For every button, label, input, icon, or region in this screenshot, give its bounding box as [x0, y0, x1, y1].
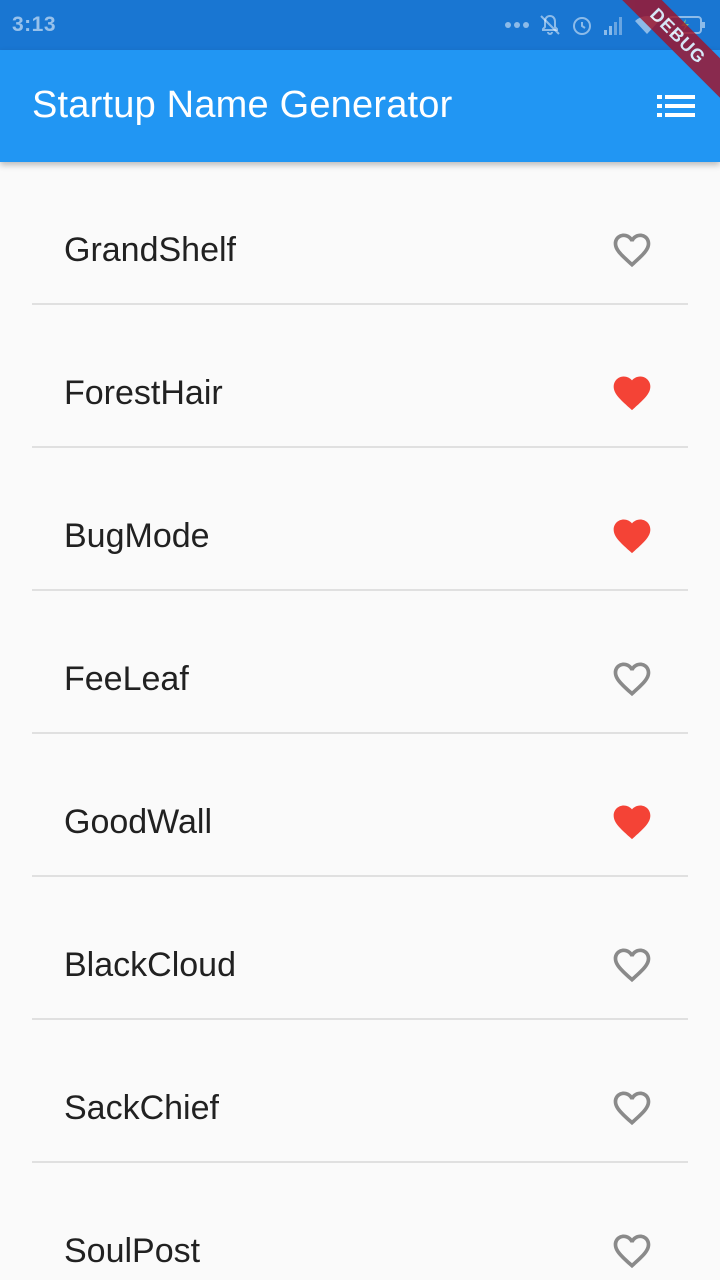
status-icons [504, 12, 706, 38]
favorite-border-icon[interactable] [610, 1229, 654, 1273]
notifications-off-icon [540, 14, 560, 35]
list-item-label: ForestHair [64, 374, 223, 412]
app-bar: Startup Name Generator [0, 50, 720, 162]
list-item[interactable]: FeeLeaf [0, 591, 720, 734]
list-item-label: FeeLeaf [64, 660, 189, 698]
list-item-label: GrandShelf [64, 231, 236, 269]
favorite-border-icon[interactable] [610, 1086, 654, 1130]
battery-icon [668, 16, 705, 34]
list-icon [657, 95, 695, 117]
list-item[interactable]: ForestHair [0, 305, 720, 448]
list-item[interactable]: GoodWall [0, 734, 720, 877]
status-bar: 3:13 [0, 0, 720, 50]
favorite-icon[interactable] [610, 371, 654, 415]
list-item[interactable]: BugMode [0, 448, 720, 591]
list-item[interactable]: SackChief [0, 1020, 720, 1163]
favorite-border-icon[interactable] [610, 943, 654, 987]
list-item[interactable]: GrandShelf [0, 162, 720, 305]
list-item[interactable]: BlackCloud [0, 877, 720, 1020]
app-title: Startup Name Generator [32, 84, 453, 126]
list-item-label: SoulPost [64, 1232, 201, 1270]
list-item-label: GoodWall [64, 803, 213, 841]
list-item-label: SackChief [64, 1089, 219, 1127]
wifi-icon [635, 16, 659, 34]
startup-name-list[interactable]: GrandShelf ForestHair BugMode FeeLeaf Go… [0, 162, 720, 1280]
saved-list-button[interactable] [650, 80, 702, 132]
list-item-label: BugMode [64, 517, 210, 555]
alarm-icon [573, 17, 591, 35]
favorite-border-icon[interactable] [610, 657, 654, 701]
signal-icon [604, 17, 622, 35]
status-time: 3:13 [12, 13, 57, 36]
favorite-icon[interactable] [610, 800, 654, 844]
list-item-label: BlackCloud [64, 946, 236, 984]
app-screen: 3:13 Startup Name Generator DEBUG GrandS… [0, 0, 720, 1280]
favorite-icon[interactable] [610, 514, 654, 558]
more-dots-icon [505, 22, 529, 28]
list-item[interactable]: SoulPost [0, 1163, 720, 1280]
favorite-border-icon[interactable] [610, 228, 654, 272]
